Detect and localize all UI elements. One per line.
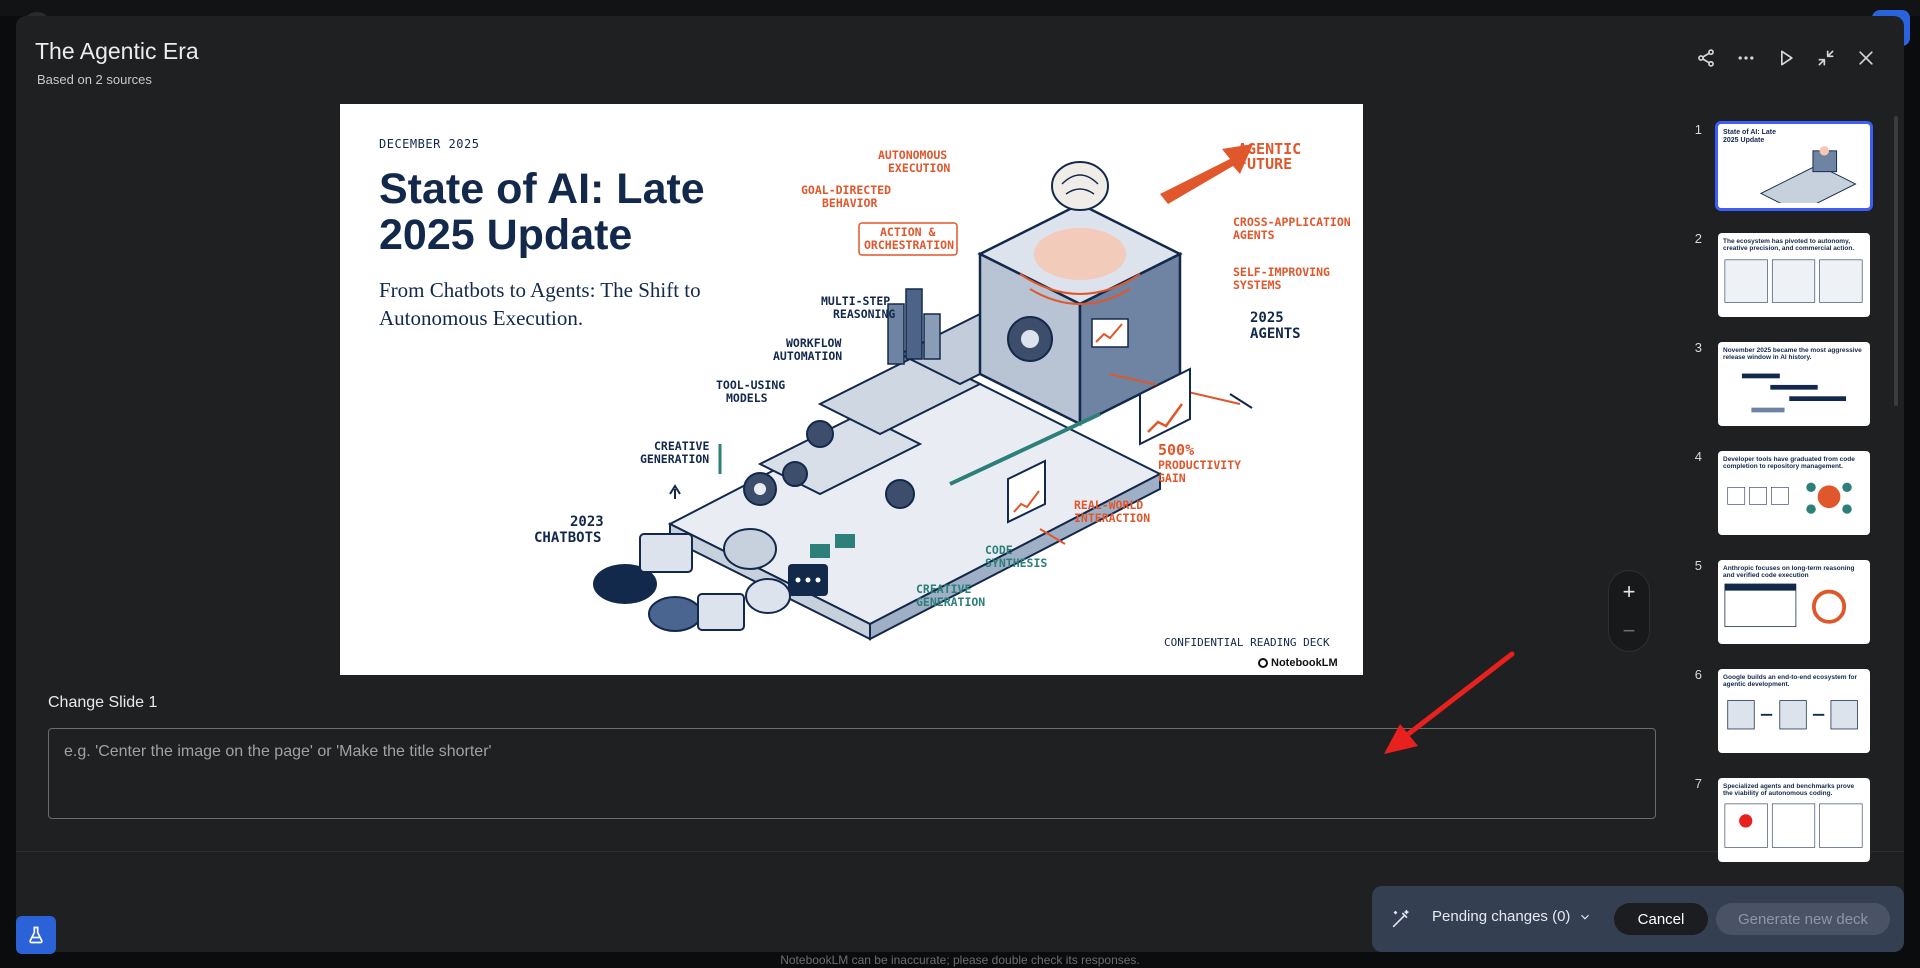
svg-text:SYNTHESIS: SYNTHESIS xyxy=(985,556,1047,570)
flask-icon xyxy=(29,926,43,944)
thumbnail-item[interactable]: 3 November 2025 became the most aggressi… xyxy=(1688,340,1888,430)
footer-divider xyxy=(16,851,1904,852)
label-creative-generation-2: CREATIVE xyxy=(916,582,971,596)
thumbnail-item[interactable]: 1 State of AI: Late 2025 Update xyxy=(1688,121,1888,212)
slide-footer-text: CONFIDENTIAL READING DECK xyxy=(1164,636,1330,649)
label-code-synthesis: CODE xyxy=(985,543,1013,557)
deck-title: The Agentic Era xyxy=(35,38,199,64)
red-arrow-annotation xyxy=(1384,651,1515,754)
zoom-in-button[interactable]: + xyxy=(1609,572,1649,612)
slide-editor-dialog: The Agentic Era Based on 2 sources DECEM… xyxy=(16,16,1904,952)
svg-text:BEHAVIOR: BEHAVIOR xyxy=(822,196,877,210)
slide-preview: DECEMBER 2025 State of AI: Late 2025 Upd… xyxy=(340,104,1363,675)
present-button[interactable] xyxy=(1768,40,1804,76)
label-action-orchestration: ACTION & xyxy=(880,225,935,239)
thumbnail-item[interactable]: 2 The ecosystem has pivoted to autonomy,… xyxy=(1688,231,1888,321)
label-multi-step: MULTI-STEP xyxy=(821,294,890,308)
isometric-machine-illustration xyxy=(593,144,1253,641)
thumbnail-item[interactable]: 4 Developer tools have graduated from co… xyxy=(1688,449,1888,539)
svg-text:SYSTEMS: SYSTEMS xyxy=(1233,278,1282,292)
svg-text:FUTURE: FUTURE xyxy=(1238,155,1292,173)
thumbnail[interactable]: The ecosystem has pivoted to autonomy, c… xyxy=(1718,233,1870,317)
svg-text:AUTOMATION: AUTOMATION xyxy=(773,349,842,363)
close-button[interactable] xyxy=(1848,40,1884,76)
svg-text:CHATBOTS: CHATBOTS xyxy=(534,530,601,546)
thumbnail[interactable]: November 2025 became the most aggressive… xyxy=(1718,342,1870,426)
pending-changes-bar: Pending changes (0) Cancel Generate new … xyxy=(1372,886,1904,952)
label-tool-using-models: TOOL-USING xyxy=(716,378,785,392)
play-icon xyxy=(1781,50,1793,66)
generate-new-deck-button[interactable]: Generate new deck xyxy=(1716,903,1890,935)
label-real-world: REAL-WORLD xyxy=(1074,498,1143,512)
svg-text:INTERACTION: INTERACTION xyxy=(1074,511,1150,525)
label-creative-generation: CREATIVE xyxy=(654,439,709,453)
svg-text:EXECUTION: EXECUTION xyxy=(888,161,950,175)
label-productivity: 500% xyxy=(1158,441,1194,459)
label-cross-application: CROSS-APPLICATION xyxy=(1233,215,1351,229)
share-button[interactable] xyxy=(1688,40,1724,76)
thumbnail[interactable]: Anthropic focuses on long-term reasoning… xyxy=(1718,560,1870,644)
pending-changes-dropdown[interactable]: Pending changes (0) xyxy=(1432,908,1592,925)
magic-wand-icon xyxy=(1386,904,1416,934)
labs-button[interactable] xyxy=(16,916,56,954)
svg-text:GAIN: GAIN xyxy=(1158,471,1186,485)
svg-text:MODELS: MODELS xyxy=(726,391,768,405)
slide-thumbnail-list: 1 State of AI: Late 2025 Update 2 The ec… xyxy=(1688,104,1898,864)
label-self-improving: SELF-IMPROVING xyxy=(1233,265,1330,279)
thumbnail-item[interactable]: 5 Anthropic focuses on long-term reasoni… xyxy=(1688,558,1888,648)
header-toolbar xyxy=(1688,40,1884,76)
close-icon xyxy=(1859,51,1873,65)
notebooklm-logo: NotebookLM xyxy=(1258,657,1338,669)
label-goal-directed: GOAL-DIRECTED xyxy=(801,183,891,197)
thumbnail[interactable]: Developer tools have graduated from code… xyxy=(1718,451,1870,535)
svg-text:GENERATION: GENERATION xyxy=(640,452,709,466)
zoom-control: + − xyxy=(1608,570,1650,652)
label-workflow-automation: WORKFLOW xyxy=(786,336,841,350)
disclaimer-text: NotebookLM can be inaccurate; please dou… xyxy=(780,953,1140,967)
thumbnail-art xyxy=(1759,146,1857,208)
background-strip xyxy=(0,0,1920,16)
more-options-button[interactable] xyxy=(1728,40,1764,76)
svg-text:GENERATION: GENERATION xyxy=(916,595,985,609)
zoom-out-button[interactable]: − xyxy=(1609,611,1649,651)
chevron-down-icon xyxy=(1581,914,1590,920)
label-2023-chatbots: 2023 xyxy=(570,514,604,530)
logo-icon xyxy=(1258,658,1268,668)
cancel-button[interactable]: Cancel xyxy=(1614,903,1708,935)
more-icon xyxy=(1738,56,1754,60)
thumbnail-scrollbar[interactable] xyxy=(1894,116,1898,406)
label-autonomous-execution: AUTONOMOUS xyxy=(878,148,947,162)
svg-text:AGENTS: AGENTS xyxy=(1250,326,1301,342)
thumbnail-item[interactable]: 7 Specialized agents and benchmarks prov… xyxy=(1688,776,1888,864)
change-slide-label: Change Slide 1 xyxy=(48,694,158,711)
svg-text:REASONING: REASONING xyxy=(833,307,895,321)
label-2025-agents: 2025 xyxy=(1250,310,1284,326)
deck-subtitle: Based on 2 sources xyxy=(37,72,152,87)
svg-text:ORCHESTRATION: ORCHESTRATION xyxy=(864,238,954,252)
collapse-button[interactable] xyxy=(1808,40,1844,76)
thumbnail[interactable]: Specialized agents and benchmarks prove … xyxy=(1718,778,1870,862)
collapse-icon xyxy=(1818,50,1834,66)
slide-illustration: AUTONOMOUS EXECUTION AGENTIC FUTURE GOAL… xyxy=(534,140,1351,641)
svg-text:PRODUCTIVITY: PRODUCTIVITY xyxy=(1158,458,1241,472)
thumbnail[interactable]: Google builds an end-to-end ecosystem fo… xyxy=(1718,669,1870,753)
svg-text:AGENTS: AGENTS xyxy=(1233,228,1275,242)
share-icon xyxy=(1698,49,1714,67)
thumbnail-item[interactable]: 6 Google builds an end-to-end ecosystem … xyxy=(1688,667,1888,757)
thumbnail-selected[interactable]: State of AI: Late 2025 Update xyxy=(1715,121,1873,211)
